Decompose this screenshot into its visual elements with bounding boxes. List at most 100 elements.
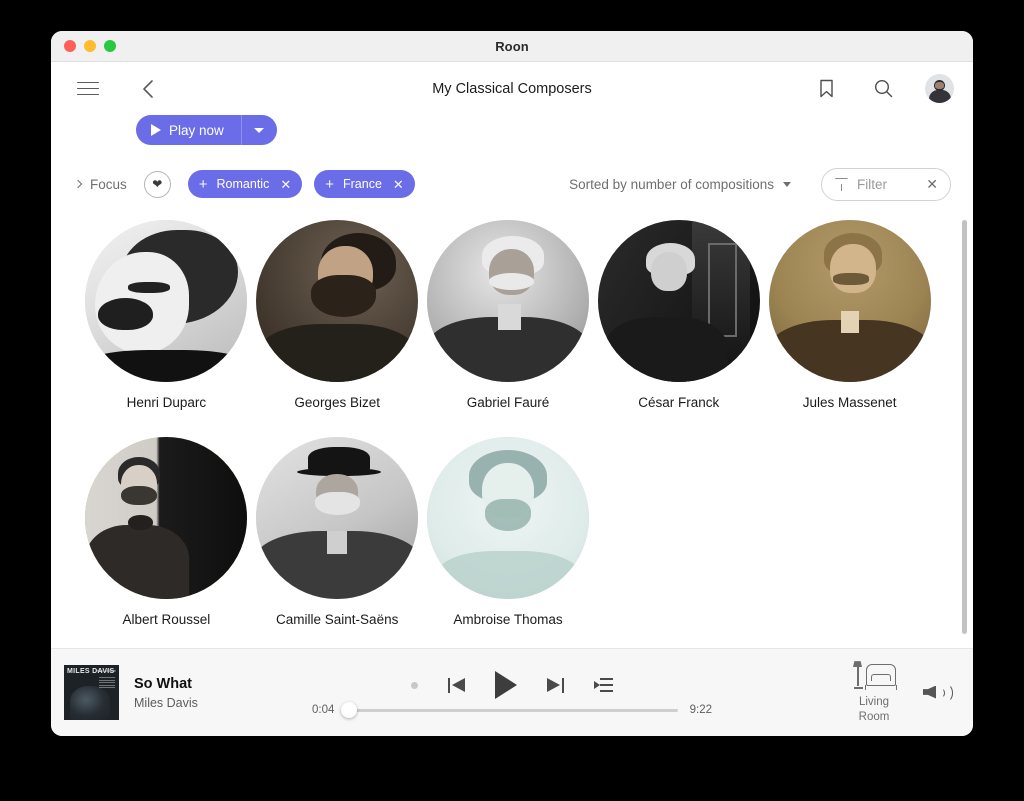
composer-name: Henri Duparc bbox=[126, 395, 207, 410]
funnel-icon bbox=[835, 178, 848, 191]
chevron-left-icon bbox=[142, 79, 153, 98]
avatar-face bbox=[935, 81, 944, 89]
play-options-button[interactable] bbox=[242, 115, 277, 145]
filter-input-wrapper[interactable]: Filter ✕ bbox=[821, 167, 951, 201]
bookmark-button[interactable] bbox=[811, 74, 841, 104]
sort-label: Sorted by number of compositions bbox=[569, 176, 774, 192]
heart-icon: ❤ bbox=[152, 177, 163, 191]
play-now-button[interactable]: Play now bbox=[136, 115, 242, 145]
seek-handle[interactable] bbox=[340, 702, 357, 718]
composer-portrait bbox=[597, 220, 760, 382]
shuffle-dot-icon bbox=[411, 681, 418, 689]
album-art-photo bbox=[70, 686, 110, 720]
composer-name: Georges Bizet bbox=[294, 395, 380, 410]
composer-portrait bbox=[256, 437, 419, 600]
app-window: Roon My Classical Composers Play now Foc… bbox=[51, 31, 973, 736]
previous-button[interactable] bbox=[448, 677, 465, 694]
zone-picker[interactable]: Living Room bbox=[851, 661, 897, 724]
window-title: Roon bbox=[495, 38, 529, 54]
plus-icon: + bbox=[198, 175, 208, 193]
vertical-scrollbar[interactable] bbox=[962, 220, 967, 634]
next-track-icon bbox=[547, 677, 564, 694]
filter-input[interactable]: Filter bbox=[857, 177, 926, 192]
hamburger-icon bbox=[77, 81, 99, 96]
focus-label: Focus bbox=[90, 176, 127, 192]
focus-filter-bar: Focus ❤ + Romantic ✕ + France ✕ Sorted b… bbox=[51, 153, 973, 215]
avatar[interactable] bbox=[925, 74, 954, 103]
composer-card[interactable]: Henri Duparc bbox=[81, 220, 252, 411]
search-icon bbox=[874, 79, 892, 98]
previous-track-icon bbox=[448, 677, 465, 694]
close-icon[interactable]: ✕ bbox=[280, 178, 291, 191]
focus-toggle[interactable]: Focus bbox=[73, 176, 127, 192]
composer-card[interactable]: Camille Saint-Saëns bbox=[252, 437, 423, 628]
caret-down-icon bbox=[783, 181, 791, 187]
lamp-armchair-icon bbox=[851, 661, 897, 691]
zone-name: Living Room bbox=[859, 695, 890, 724]
composer-card[interactable]: Georges Bizet bbox=[252, 220, 423, 411]
transport-controls bbox=[411, 671, 613, 699]
focus-chip-label: France bbox=[343, 177, 382, 191]
composer-name: Gabriel Fauré bbox=[466, 395, 550, 410]
track-title: So What bbox=[134, 676, 192, 693]
composer-name: Albert Roussel bbox=[122, 612, 211, 628]
seek-bar-row: 0:04 9:22 bbox=[312, 702, 712, 718]
composer-portrait bbox=[768, 220, 931, 382]
composer-grid-area: Henri Duparc Georges Bizet Gabriel Fauré… bbox=[51, 215, 973, 648]
play-pause-button[interactable] bbox=[495, 671, 517, 699]
composer-card[interactable]: Ambroise Thomas bbox=[423, 437, 594, 628]
plus-icon: + bbox=[325, 175, 334, 193]
composer-card[interactable]: Gabriel Fauré bbox=[423, 220, 594, 411]
player-bar: MILES DAVIS Kind of Blue So What Miles D… bbox=[51, 648, 973, 736]
play-triangle-icon bbox=[495, 671, 517, 699]
now-playing[interactable]: MILES DAVIS Kind of Blue So What Miles D… bbox=[51, 665, 351, 720]
total-duration: 9:22 bbox=[689, 704, 712, 716]
chevron-down-icon bbox=[254, 127, 265, 133]
focus-chip-label: Romantic bbox=[216, 177, 270, 191]
avatar-body bbox=[928, 90, 951, 103]
speaker-volume-icon bbox=[923, 685, 936, 699]
back-button[interactable] bbox=[132, 74, 162, 104]
composer-portrait bbox=[426, 220, 589, 382]
filter-clear-button[interactable]: ✕ bbox=[926, 177, 938, 191]
composer-portrait bbox=[426, 437, 589, 600]
zone-name-line1: Living bbox=[858, 696, 890, 709]
composer-grid: Henri Duparc Georges Bizet Gabriel Fauré… bbox=[51, 215, 973, 628]
seek-slider[interactable] bbox=[340, 702, 678, 718]
favorites-filter-button[interactable]: ❤ bbox=[143, 170, 171, 198]
sort-dropdown[interactable]: Sorted by number of compositions bbox=[569, 177, 791, 192]
composer-card[interactable]: Jules Massenet bbox=[764, 220, 935, 411]
focus-chip-france[interactable]: + France ✕ bbox=[314, 170, 415, 198]
zone-controls: Living Room bbox=[851, 661, 973, 724]
primary-actions-row: Play now bbox=[51, 115, 973, 153]
play-now-group: Play now bbox=[136, 115, 277, 145]
composer-card[interactable]: Albert Roussel bbox=[81, 437, 252, 628]
composer-name: Ambroise Thomas bbox=[453, 612, 563, 628]
play-triangle-icon bbox=[151, 124, 161, 136]
play-now-label: Play now bbox=[169, 122, 224, 138]
app-header: My Classical Composers bbox=[51, 62, 973, 115]
composer-portrait bbox=[85, 220, 248, 382]
volume-button[interactable] bbox=[923, 681, 953, 705]
album-art[interactable]: MILES DAVIS Kind of Blue bbox=[64, 665, 119, 720]
composer-card[interactable]: César Franck bbox=[593, 220, 764, 411]
next-button[interactable] bbox=[547, 677, 564, 694]
elapsed-time: 0:04 bbox=[312, 704, 335, 716]
composer-name: César Franck bbox=[638, 395, 720, 410]
close-icon[interactable]: ✕ bbox=[393, 178, 404, 191]
shuffle-button[interactable] bbox=[411, 681, 418, 689]
desktop-background: Roon My Classical Composers Play now Foc… bbox=[0, 0, 1024, 801]
zone-name-line2: Room bbox=[858, 710, 890, 723]
focus-chip-romantic[interactable]: + Romantic ✕ bbox=[187, 170, 303, 198]
album-art-subtitle: Kind of Blue bbox=[97, 669, 116, 673]
composer-portrait bbox=[85, 437, 248, 600]
active-focus-chips: + Romantic ✕ + France ✕ bbox=[187, 170, 415, 198]
search-button[interactable] bbox=[868, 74, 898, 104]
queue-button[interactable] bbox=[594, 678, 613, 692]
menu-button[interactable] bbox=[73, 74, 103, 104]
composer-portrait bbox=[256, 220, 419, 382]
track-artist: Miles Davis bbox=[134, 695, 198, 710]
chevron-right-icon bbox=[73, 179, 83, 189]
window-titlebar: Roon bbox=[51, 31, 973, 62]
album-art-tracklist bbox=[99, 677, 115, 690]
